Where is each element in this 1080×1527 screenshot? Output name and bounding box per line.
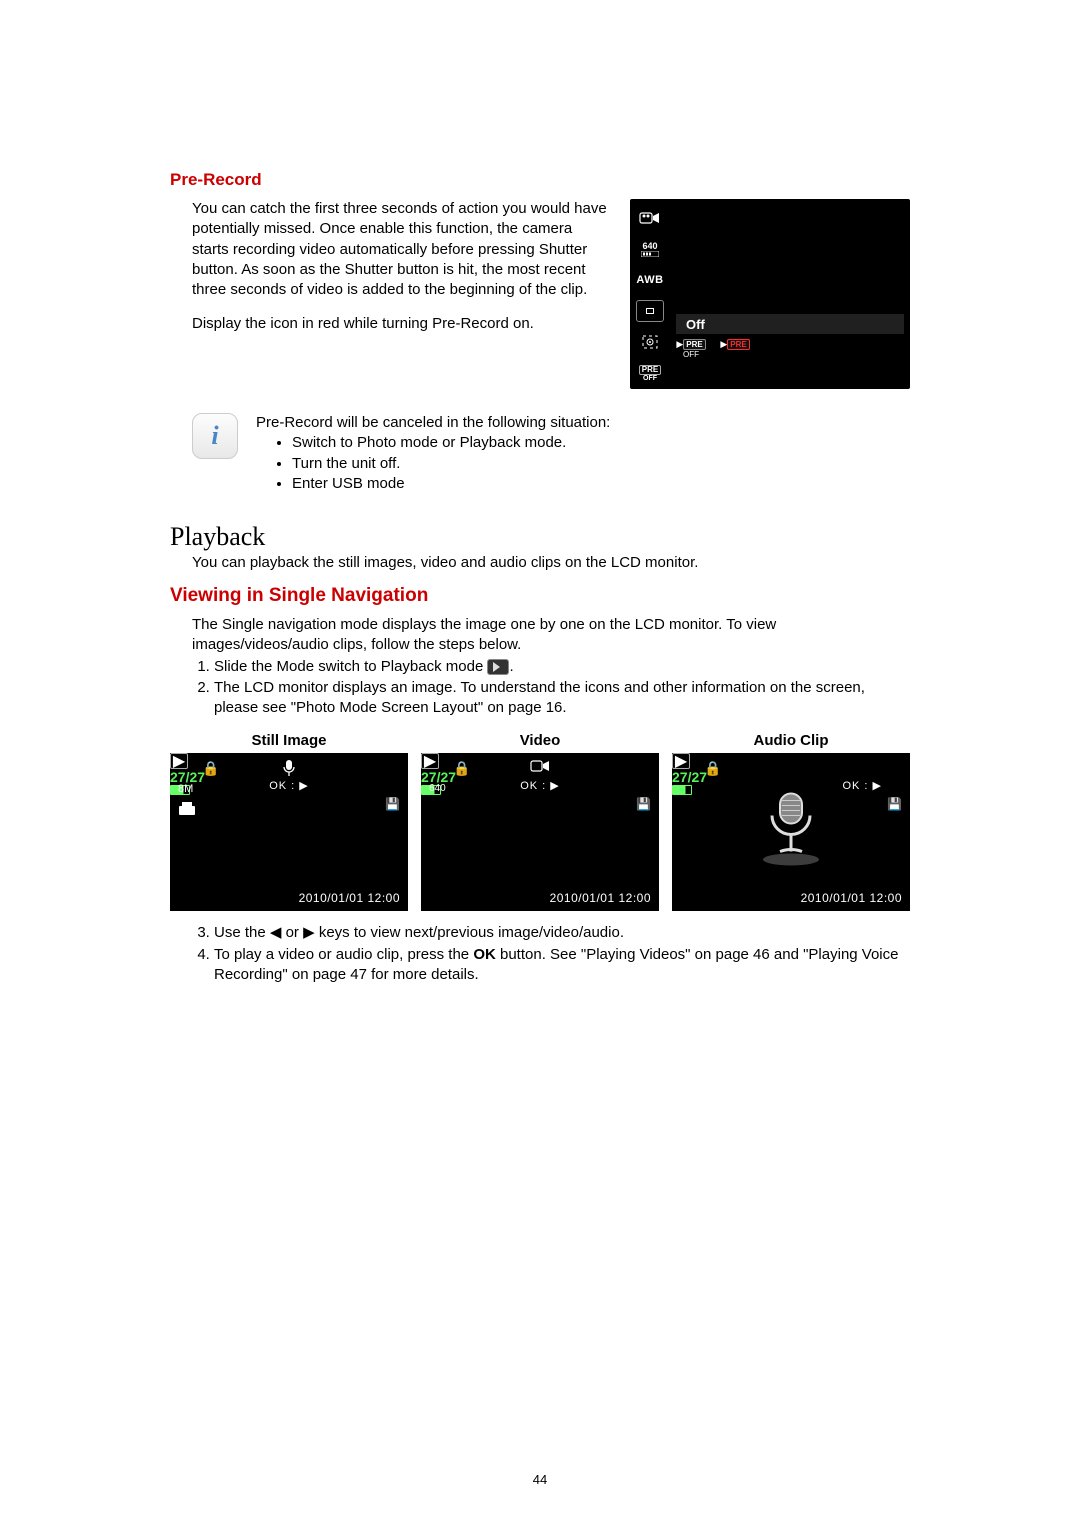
ok-hint: OK : ▶	[520, 779, 560, 792]
battery-icon	[672, 785, 692, 795]
ok-hint: OK : ▶	[269, 779, 309, 792]
note-b3: Enter USB mode	[292, 474, 610, 494]
note-lead: Pre-Record will be canceled in the follo…	[256, 413, 610, 433]
metering-icon	[636, 300, 664, 322]
datetime: 2010/01/01 12:00	[299, 891, 400, 905]
prerecord-lcd: 640 AWB PRE OFF Off ▶PRE OF	[630, 199, 910, 389]
viewing-steps-1-2: Slide the Mode switch to Playback mode .…	[170, 657, 910, 719]
info-icon: i	[192, 413, 238, 459]
left-arrow-icon: ◀	[270, 924, 282, 941]
playback-mode-icon	[487, 659, 509, 675]
thumb-video: ▶ 🔒 27/27 OK : ▶ 💾 640 2010/01/01 12:00	[421, 753, 659, 911]
thumb-audio: ▶ 🔒 27/27 OK : ▶ 💾 2010/01/01 1	[672, 753, 910, 911]
resolution-640-icon: 640	[636, 238, 664, 260]
card-icon: 💾	[636, 797, 651, 811]
size-640-icon: 640	[429, 783, 446, 794]
prerecord-note: i Pre-Record will be canceled in the fol…	[170, 413, 910, 494]
playback-icon: ▶	[421, 753, 439, 769]
lock-icon: 🔒	[704, 760, 721, 777]
step-4: To play a video or audio clip, press the…	[214, 945, 910, 986]
step-1: Slide the Mode switch to Playback mode .	[214, 657, 910, 677]
datetime: 2010/01/01 12:00	[801, 891, 902, 905]
prerecord-text: You can catch the first three seconds of…	[170, 199, 610, 389]
lcd-left-icons: 640 AWB PRE OFF	[636, 207, 664, 384]
note-body: Pre-Record will be canceled in the follo…	[256, 413, 610, 494]
thumb-still-col: Still Image ▶ 🔒 27/27 OK : ▶ 💾 8M 2010/0…	[170, 732, 408, 911]
playback-icon: ▶	[672, 753, 690, 769]
ok-hint: OK : ▶	[842, 779, 882, 792]
lock-icon: 🔒	[202, 760, 219, 777]
voice-memo-icon	[281, 759, 297, 780]
thumb-video-title: Video	[421, 732, 659, 749]
thumb-still-title: Still Image	[170, 732, 408, 749]
lock-icon: 🔒	[453, 760, 470, 777]
note-b2: Turn the unit off.	[292, 454, 610, 474]
thumb-video-col: Video ▶ 🔒 27/27 OK : ▶ 💾 640 2010/01/01 …	[421, 732, 659, 911]
lcd-pre-options: ▶PRE OFF ▶PRE	[676, 339, 750, 359]
thumb-audio-col: Audio Clip ▶ 🔒 27/27 OK : ▶ 💾	[672, 732, 910, 911]
thumb-audio-title: Audio Clip	[672, 732, 910, 749]
thumbnails: Still Image ▶ 🔒 27/27 OK : ▶ 💾 8M 2010/0…	[170, 732, 910, 911]
viewing-steps-3-4: Use the ◀ or ▶ keys to view next/previou…	[170, 923, 910, 985]
dpof-icon	[178, 801, 196, 820]
playback-intro: You can playback the still images, video…	[170, 554, 910, 571]
prerecord-off-icon: PRE OFF	[636, 362, 664, 384]
pre-option-on: ▶PRE	[720, 339, 750, 359]
prerecord-heading: Pre-Record	[170, 170, 910, 190]
page: Pre-Record You can catch the first three…	[0, 0, 1080, 1527]
lcd-off-bar: Off	[676, 314, 904, 334]
step-2: The LCD monitor displays an image. To un…	[214, 678, 910, 719]
viewing-heading: Viewing in Single Navigation	[170, 585, 910, 607]
playback-icon: ▶	[170, 753, 188, 769]
microphone-icon	[756, 790, 826, 875]
prerecord-para1: You can catch the first three seconds of…	[192, 199, 610, 300]
page-number: 44	[0, 1472, 1080, 1487]
right-arrow-icon: ▶	[303, 924, 315, 941]
pre-option-off: ▶PRE OFF	[676, 339, 706, 359]
datetime: 2010/01/01 12:00	[550, 891, 651, 905]
af-track-icon	[636, 331, 664, 353]
thumb-still: ▶ 🔒 27/27 OK : ▶ 💾 8M 2010/01/01 12:00	[170, 753, 408, 911]
playback-heading: Playback	[170, 522, 910, 552]
video-camera-icon	[530, 759, 550, 776]
step-3: Use the ◀ or ▶ keys to view next/previou…	[214, 923, 910, 943]
card-icon: 💾	[887, 797, 902, 811]
prerecord-row: You can catch the first three seconds of…	[170, 199, 910, 389]
note-b1: Switch to Photo mode or Playback mode.	[292, 433, 610, 453]
prerecord-para2: Display the icon in red while turning Pr…	[192, 314, 610, 334]
video-camera-icon	[636, 207, 664, 229]
card-icon: 💾	[385, 797, 400, 811]
size-8m-icon: 8M	[178, 783, 193, 795]
awb-icon: AWB	[636, 269, 664, 291]
viewing-p1: The Single navigation mode displays the …	[170, 615, 910, 656]
